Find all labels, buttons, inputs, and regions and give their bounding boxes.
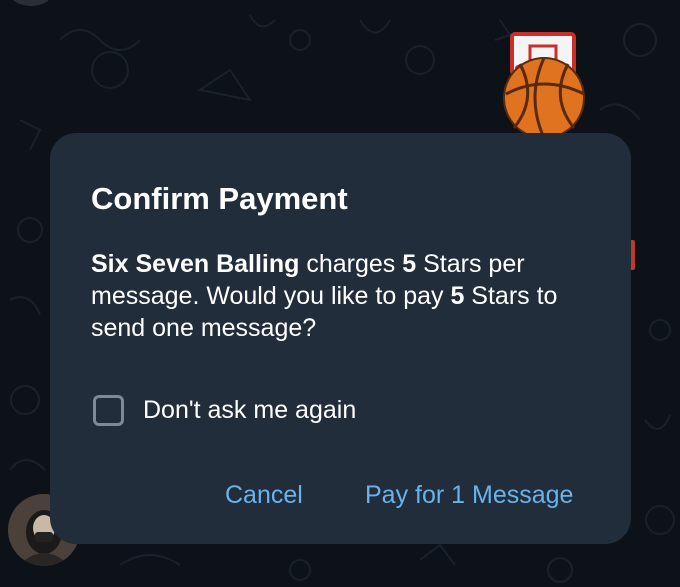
- checkbox-label: Don't ask me again: [143, 396, 357, 424]
- dont-ask-again-checkbox[interactable]: Don't ask me again: [93, 393, 356, 427]
- stars-per-message: 5: [402, 250, 417, 278]
- bot-name: Six Seven Balling: [91, 250, 300, 278]
- basketball-hoop-sticker-icon: [503, 32, 585, 138]
- dialog-message: Six Seven Balling charges 5 Stars per me…: [91, 248, 591, 344]
- cancel-button[interactable]: Cancel: [225, 478, 303, 512]
- confirm-payment-dialog: Confirm Payment Six Seven Balling charge…: [50, 133, 631, 544]
- checkbox-unchecked-icon[interactable]: [93, 394, 124, 426]
- stars-to-pay: 5: [450, 282, 465, 310]
- pay-button[interactable]: Pay for 1 Message: [365, 478, 573, 512]
- message-text: charges: [299, 250, 403, 278]
- dialog-title: Confirm Payment: [91, 181, 348, 216]
